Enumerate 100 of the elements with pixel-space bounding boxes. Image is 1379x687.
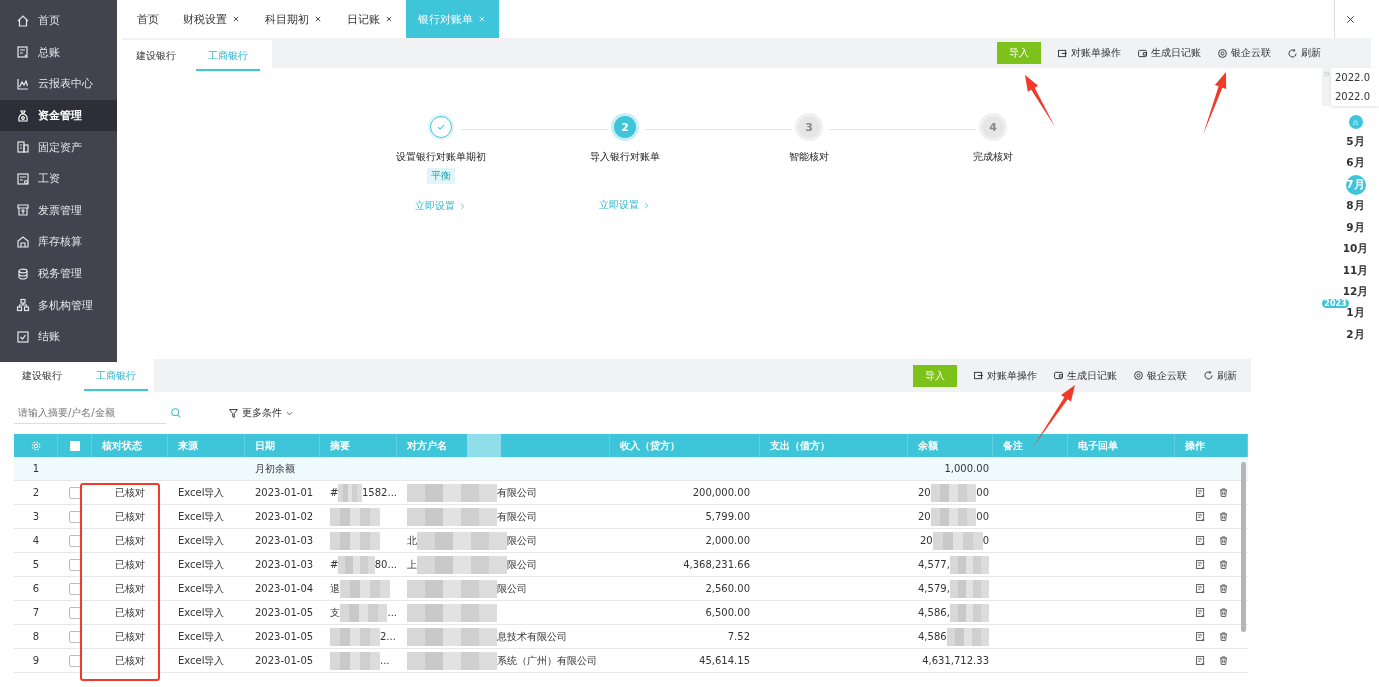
step-label: 智能核对: [789, 150, 829, 164]
month-item[interactable]: 5月: [1346, 131, 1365, 153]
sidebar-item[interactable]: 结账: [0, 320, 117, 353]
annotation-arrow: [1203, 72, 1227, 135]
trash-icon: [1217, 583, 1229, 594]
month-item[interactable]: 10月: [1342, 238, 1369, 260]
checkbox[interactable]: [69, 486, 81, 499]
table-cell-text: 4,368,231.66: [682, 559, 751, 570]
checkbox[interactable]: [69, 582, 81, 595]
toolbar-button[interactable]: 银企云联: [1133, 368, 1187, 383]
checkbox[interactable]: [69, 654, 81, 667]
scrollbar[interactable]: [1241, 462, 1246, 632]
search-icon: [170, 407, 182, 419]
sidebar-item[interactable]: 固定资产: [0, 131, 117, 163]
summary-text: 支: [330, 605, 340, 620]
bank-tab[interactable]: 建设银行: [20, 363, 64, 391]
summary-text: 1582...: [362, 487, 397, 498]
sidebar-item[interactable]: 库存核算: [0, 226, 117, 258]
counterparty-text: 北: [407, 533, 417, 548]
row-number: 7: [31, 607, 41, 618]
balance-text: 4,579,: [918, 583, 950, 594]
checkbox[interactable]: [69, 534, 81, 547]
close-icon: [477, 14, 487, 24]
scroll-up-icon[interactable]: [1348, 115, 1363, 129]
column-header: 支出（借方）: [770, 438, 830, 453]
house-icon: [16, 13, 30, 28]
status-badge: 平衡: [427, 168, 455, 184]
close-icon: [1344, 13, 1356, 25]
summary-text: #: [330, 487, 339, 498]
close-icon: [313, 14, 323, 24]
close-icon: [384, 14, 394, 24]
balance-text: 1,000.00: [944, 463, 989, 474]
toolbar-button[interactable]: 生成日记账: [1137, 46, 1201, 60]
close-icon: [231, 14, 241, 24]
table-cell-text: 2023-01-05: [254, 631, 315, 642]
target-icon: [1133, 370, 1144, 381]
month-item[interactable]: 6月: [1346, 152, 1365, 174]
sidebar-item[interactable]: 首页: [0, 5, 117, 37]
tab[interactable]: 首页: [125, 0, 171, 38]
trash-icon: [1217, 559, 1229, 570]
toolbar-button[interactable]: 对账单操作: [1057, 46, 1121, 60]
checkbox[interactable]: [69, 606, 81, 619]
month-item[interactable]: 11月: [1342, 259, 1369, 282]
sidebar-item[interactable]: 工资: [0, 162, 117, 195]
sidebar-item[interactable]: 发票管理: [0, 194, 117, 227]
money-bag-icon: [16, 108, 30, 123]
month-item[interactable]: 8月: [1346, 195, 1365, 218]
bank-tab[interactable]: 建设银行: [134, 43, 178, 71]
year-badge: 2023: [1322, 298, 1349, 308]
month-item[interactable]: 9月: [1346, 217, 1365, 239]
trash-icon: [1217, 655, 1229, 666]
trash-icon: [1217, 631, 1229, 642]
counterparty-text: 息技术有限公司: [497, 629, 567, 644]
balance-text: 20: [919, 535, 933, 546]
checkbox[interactable]: [69, 630, 81, 643]
checkbox[interactable]: [69, 510, 81, 523]
tab[interactable]: 科目期初: [253, 0, 335, 38]
table-cell-text: Excel导入: [177, 653, 226, 668]
wallet-icon: [1137, 47, 1148, 59]
balance-text: 00: [976, 487, 989, 498]
line-chart-icon: [16, 77, 30, 91]
table-cell-text: 2023-01-05: [254, 655, 315, 666]
document-icon: [16, 171, 30, 186]
toolbar-button[interactable]: 生成日记账: [1053, 368, 1117, 383]
checkbox[interactable]: [69, 440, 80, 451]
refresh-icon: [1203, 370, 1214, 381]
trash-icon: [1217, 487, 1229, 498]
table-cell-text: Excel导入: [177, 629, 226, 644]
table-cell-text: 已核对: [114, 653, 146, 668]
month-item[interactable]: 1月: [1346, 302, 1365, 325]
toolbar-button[interactable]: 银企云联: [1217, 46, 1271, 60]
column-header: 备注: [1003, 438, 1023, 453]
sidebar-item[interactable]: 多机构管理: [0, 289, 117, 321]
row-number: 8: [31, 631, 41, 642]
refresh-icon: [1287, 47, 1298, 59]
table-cell-text: 月初余额: [254, 461, 296, 476]
date-field[interactable]: 2022.0: [1331, 87, 1379, 106]
checkbox[interactable]: [69, 558, 81, 571]
sidebar-item[interactable]: 云报表中心: [0, 68, 117, 100]
column-header: 对方户名: [407, 438, 447, 453]
row-number: 5: [31, 559, 41, 570]
trash-icon: [1217, 511, 1229, 522]
invoice-icon: [16, 203, 30, 218]
month-item[interactable]: 2月: [1346, 324, 1365, 346]
row-number: 6: [31, 583, 41, 594]
edit-document-icon: [1194, 607, 1206, 618]
edit-document-icon: [1194, 583, 1206, 594]
toolbar-button[interactable]: 刷新: [1287, 46, 1321, 60]
toolbar-button[interactable]: 对账单操作: [973, 368, 1037, 383]
target-icon: [1217, 47, 1228, 59]
tab[interactable]: 财税设置: [171, 0, 253, 38]
sidebar-item[interactable]: 资金管理: [0, 99, 117, 132]
date-field[interactable]: 2022.0: [1331, 68, 1379, 87]
sidebar-item[interactable]: 税务管理: [0, 257, 117, 290]
sidebar-item[interactable]: 总账: [0, 36, 117, 69]
table-cell-text: Excel导入: [177, 533, 226, 548]
filter-button[interactable]: 更多条件: [222, 405, 300, 421]
edit-document-icon: [1194, 535, 1206, 546]
toolbar-button[interactable]: 刷新: [1203, 368, 1237, 383]
tab[interactable]: 日记账: [335, 0, 406, 38]
